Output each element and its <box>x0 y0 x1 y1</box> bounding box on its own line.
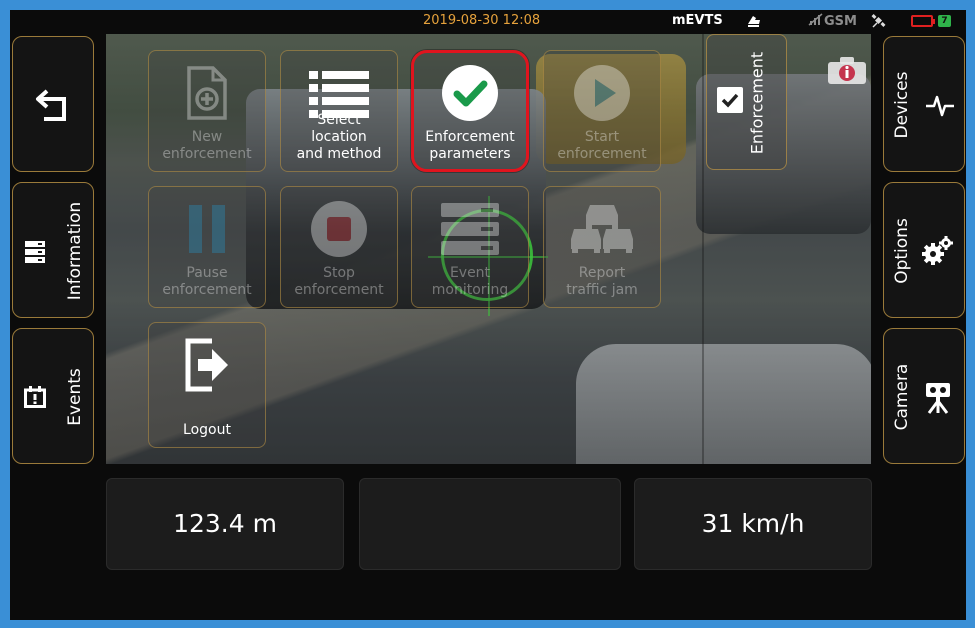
sidebar-item-options[interactable]: Options <box>883 182 965 318</box>
enforcement-parameters-button[interactable]: Enforcement parameters <box>411 50 529 172</box>
gps-satellite-icon <box>871 13 887 33</box>
sidebar-item-label: Options <box>892 218 912 284</box>
event-monitoring-label: Event monitoring <box>431 265 509 298</box>
device-screen: 2019-08-30 12:08 mEVTS GSM 7 New enforce… <box>10 10 966 620</box>
pause-enforcement-button[interactable]: Pause enforcement <box>148 186 266 308</box>
pause-enforcement-label: Pause enforcement <box>162 265 252 298</box>
heartbeat-icon <box>926 95 954 117</box>
distance-readout: 123.4 m <box>106 478 344 570</box>
play-icon <box>544 63 660 123</box>
sidebar-item-label: Information <box>65 201 85 301</box>
new-document-icon <box>149 63 265 123</box>
sidebar-item-events[interactable]: Events <box>12 328 94 464</box>
status-datetime: 2019-08-30 12:08 <box>423 13 541 28</box>
sidebar-item-label: Events <box>65 368 85 426</box>
sidebar-item-camera[interactable]: Camera <box>883 328 965 464</box>
sidebar-item-label: Camera <box>892 363 912 431</box>
enforcement-toggle[interactable]: Enforcement <box>706 34 787 170</box>
report-traffic-jam-label: Report traffic jam <box>566 265 638 298</box>
battery-charging-icon: 7 <box>938 15 951 27</box>
select-location-label: Select location and method <box>296 112 382 162</box>
gsm-label: GSM <box>824 14 857 29</box>
pause-icon <box>149 199 265 259</box>
panel-divider <box>702 34 704 464</box>
start-enforcement-label: Start enforcement <box>557 129 647 162</box>
logout-label: Logout <box>183 422 231 438</box>
hand-icon <box>746 13 762 32</box>
logout-icon <box>149 335 265 395</box>
monitor-list-icon <box>412 199 528 259</box>
speed-readout: 31 km/h <box>634 478 872 570</box>
stop-enforcement-button[interactable]: Stop enforcement <box>280 186 398 308</box>
back-button[interactable] <box>12 36 94 172</box>
new-enforcement-label: New enforcement <box>162 129 252 162</box>
start-enforcement-button[interactable]: Start enforcement <box>543 50 661 172</box>
event-monitoring-button[interactable]: Event monitoring <box>411 186 529 308</box>
middle-readout <box>359 478 621 570</box>
sidebar-item-devices[interactable]: Devices <box>883 36 965 172</box>
traffic-jam-icon <box>544 199 660 259</box>
gears-icon <box>922 236 953 265</box>
new-enforcement-button[interactable]: New enforcement <box>148 50 266 172</box>
sidebar-item-label: Devices <box>892 71 912 139</box>
checkbox-checked-icon[interactable] <box>717 87 743 113</box>
stop-enforcement-label: Stop enforcement <box>294 265 384 298</box>
enforcement-label: Enforcement <box>747 51 767 155</box>
stop-icon <box>281 199 397 259</box>
battery-empty-icon <box>911 15 935 27</box>
logout-button[interactable]: Logout <box>148 322 266 448</box>
camera-tripod-icon <box>926 383 950 414</box>
snapshot-camera-icon <box>828 57 866 84</box>
sidebar-item-information[interactable]: Information <box>12 182 94 318</box>
server-list-icon <box>25 241 45 263</box>
calendar-alert-icon <box>24 386 46 408</box>
select-location-button[interactable]: Select location and method <box>280 50 398 172</box>
green-check-icon <box>414 63 526 123</box>
status-bar: 2019-08-30 12:08 mEVTS GSM 7 <box>10 10 966 34</box>
device-name: mEVTS <box>672 13 723 28</box>
enforcement-parameters-label: Enforcement parameters <box>425 129 515 162</box>
gsm-signal-icon: GSM <box>808 13 857 29</box>
back-arrow-icon <box>36 89 66 121</box>
report-traffic-jam-button[interactable]: Report traffic jam <box>543 186 661 308</box>
